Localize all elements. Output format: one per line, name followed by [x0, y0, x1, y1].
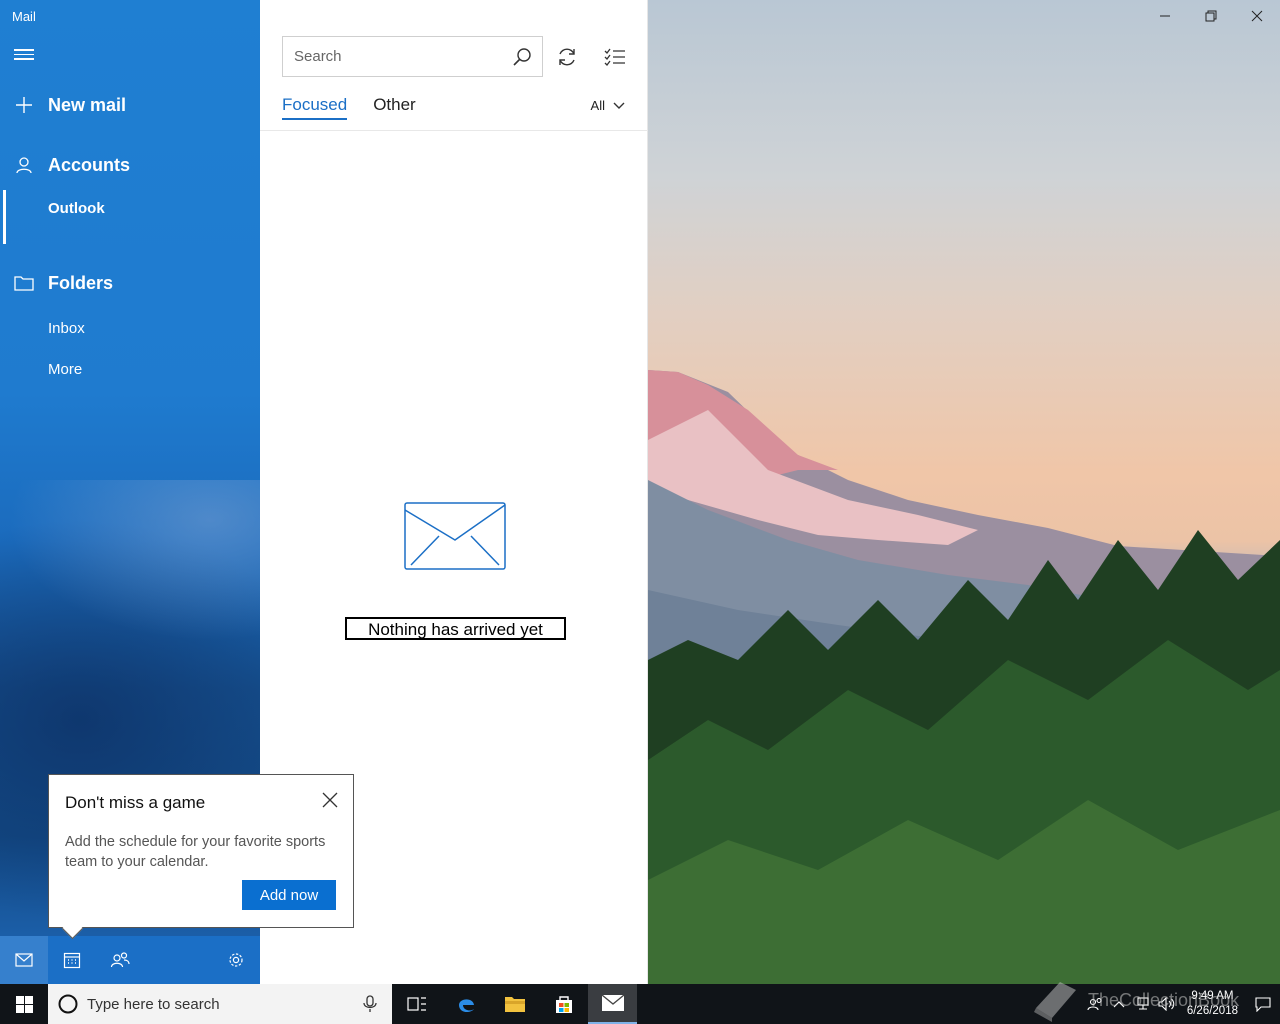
book-logo-icon: [1034, 982, 1076, 1022]
filter-label: All: [590, 98, 605, 113]
file-explorer-icon[interactable]: [490, 984, 539, 1024]
tip-title: Don't miss a game: [65, 793, 206, 812]
mountain-landscape: [648, 370, 1280, 984]
new-mail-button[interactable]: New mail: [0, 90, 260, 120]
search-box: [282, 36, 543, 77]
folder-item-label: Inbox: [48, 319, 85, 337]
watermark: TheCollectionBook: [1030, 978, 1239, 1022]
search-input[interactable]: [294, 48, 502, 65]
settings-gear-icon[interactable]: [212, 936, 260, 984]
chevron-down-icon: [613, 102, 625, 109]
mail-app-taskbar-icon[interactable]: [588, 984, 637, 1024]
action-center-icon[interactable]: [1246, 984, 1280, 1024]
watermark-text: TheCollectionBook: [1088, 989, 1240, 1010]
sync-icon[interactable]: [550, 40, 584, 74]
store-icon[interactable]: [539, 984, 588, 1024]
account-item-label: Outlook: [48, 199, 105, 217]
folders-header[interactable]: Folders: [0, 268, 260, 298]
accounts-header[interactable]: Accounts: [0, 150, 260, 180]
nav-bottom-bar: [0, 936, 260, 984]
taskbar-search-placeholder: Type here to search: [87, 995, 220, 1013]
people-icon[interactable]: [96, 936, 144, 984]
select-mode-icon[interactable]: [598, 40, 632, 74]
close-icon[interactable]: [1234, 0, 1280, 32]
microphone-icon[interactable]: [360, 994, 380, 1014]
new-mail-label: New mail: [48, 94, 127, 115]
plus-icon: [0, 96, 48, 114]
hamburger-menu-icon[interactable]: [14, 46, 34, 66]
folder-icon: [0, 275, 48, 291]
folders-label: Folders: [48, 272, 114, 293]
tab-focused[interactable]: Focused: [282, 95, 348, 120]
minimize-icon[interactable]: [1142, 0, 1188, 32]
folder-item-inbox[interactable]: Inbox: [0, 316, 260, 340]
list-divider: [260, 130, 648, 131]
start-button[interactable]: [0, 984, 48, 1024]
tab-other[interactable]: Other: [373, 95, 416, 120]
teaching-tip: Don't miss a game Add the schedule for y…: [48, 774, 354, 928]
reading-pane-background: [648, 0, 1280, 984]
envelope-icon: [404, 502, 506, 570]
tip-close-icon[interactable]: [321, 791, 339, 809]
task-view-icon[interactable]: [392, 984, 441, 1024]
person-icon: [0, 156, 48, 174]
taskbar-search-box[interactable]: Type here to search: [48, 984, 392, 1024]
mail-icon[interactable]: [0, 936, 48, 984]
edge-browser-icon[interactable]: [441, 984, 490, 1024]
empty-state-message: Nothing has arrived yet: [345, 617, 566, 640]
accounts-label: Accounts: [48, 154, 131, 175]
windows-logo-icon: [15, 995, 33, 1013]
restore-icon[interactable]: [1188, 0, 1234, 32]
add-now-button[interactable]: Add now: [242, 880, 336, 910]
inbox-tabs: Focused Other: [282, 95, 416, 120]
search-icon[interactable]: [502, 37, 542, 76]
app-title: Mail: [12, 9, 36, 24]
filter-dropdown[interactable]: All: [591, 98, 625, 113]
tip-body: Add the schedule for your favorite sport…: [65, 834, 326, 870]
folder-item-more[interactable]: More: [0, 357, 260, 381]
folder-item-label: More: [48, 360, 83, 378]
account-item-outlook[interactable]: Outlook: [0, 196, 260, 220]
cortana-icon: [58, 994, 78, 1014]
calendar-icon[interactable]: [48, 936, 96, 984]
